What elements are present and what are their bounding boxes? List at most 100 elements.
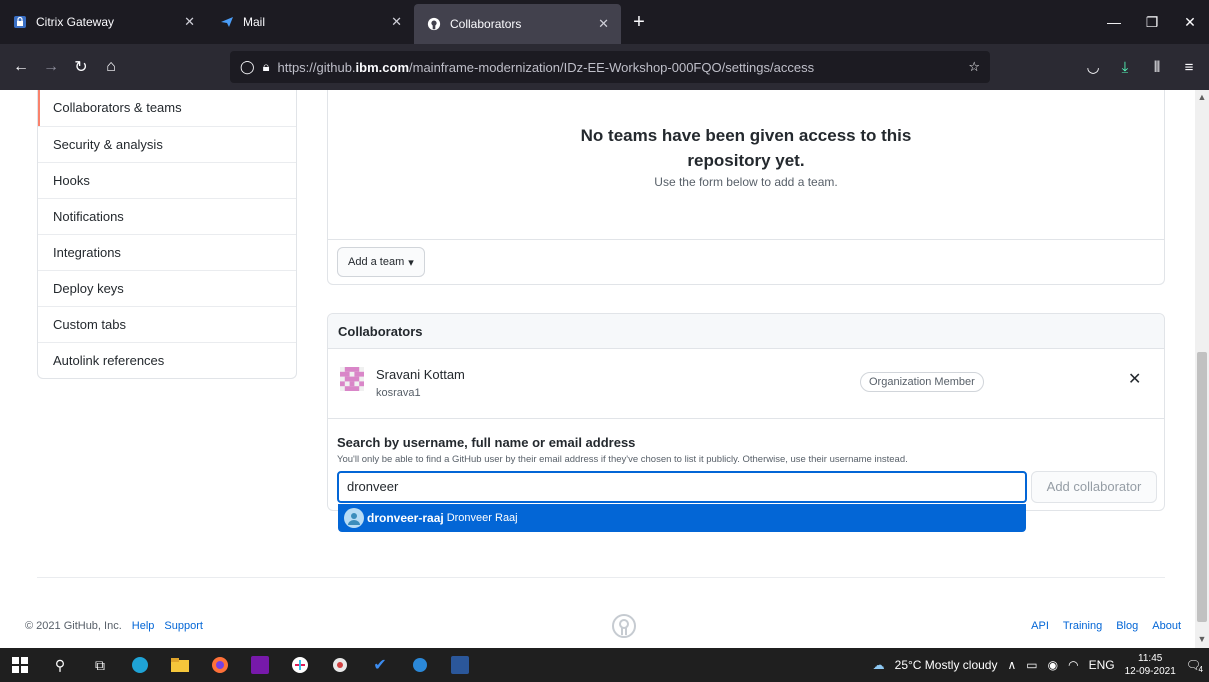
- tab-collaborators[interactable]: Collaborators ✕: [414, 4, 621, 44]
- search-label: Search by username, full name or email a…: [337, 435, 636, 450]
- tab-citrix-gateway[interactable]: Citrix Gateway ✕: [0, 0, 207, 44]
- search-icon[interactable]: ⚲: [40, 648, 80, 682]
- home-icon[interactable]: ⌂: [96, 58, 126, 76]
- pocket-icon[interactable]: ◡: [1077, 58, 1109, 76]
- add-team-button[interactable]: Add a team ▾: [337, 247, 425, 277]
- sidebar-item-autolink-references[interactable]: Autolink references: [38, 342, 296, 378]
- close-icon[interactable]: ✕: [391, 14, 402, 30]
- bookmark-star-icon[interactable]: ☆: [968, 59, 980, 75]
- footer-link-training[interactable]: Training: [1063, 620, 1102, 632]
- collaborator-row: Sravani Kottam kosrava1 Organization Mem…: [328, 349, 1164, 419]
- reload-icon[interactable]: ↻: [66, 57, 96, 77]
- footer-link-about[interactable]: About: [1152, 620, 1181, 632]
- minimize-icon[interactable]: —: [1095, 0, 1133, 44]
- footer: © 2021 GitHub, Inc. Help Support API Tra…: [25, 577, 1181, 638]
- shield-icon[interactable]: ◯: [240, 59, 255, 75]
- tab-title: Citrix Gateway: [36, 15, 115, 29]
- url-text[interactable]: https://github.ibm.com/mainframe-moderni…: [277, 60, 960, 75]
- language-indicator[interactable]: ENG: [1089, 658, 1115, 672]
- footer-link-blog[interactable]: Blog: [1116, 620, 1138, 632]
- chevron-up-icon[interactable]: ∧: [1007, 658, 1016, 672]
- restore-icon[interactable]: ❐: [1133, 0, 1171, 44]
- lock-icon: [12, 14, 28, 30]
- autocomplete-suggestion[interactable]: dronveer-raaj Dronveer Raaj: [338, 504, 1026, 532]
- slack-icon[interactable]: [280, 648, 320, 682]
- firefox-icon[interactable]: [200, 648, 240, 682]
- sidebar-item-security-analysis[interactable]: Security & analysis: [38, 126, 296, 162]
- sync-icon[interactable]: ◉: [1048, 658, 1058, 672]
- add-team-label: Add a team: [348, 256, 405, 268]
- address-bar[interactable]: ◯ 🔒︎ https://github.ibm.com/mainframe-mo…: [230, 51, 990, 83]
- page-scrollbar[interactable]: ▲ ▼: [1195, 90, 1209, 648]
- organization-member-badge: Organization Member: [860, 372, 984, 392]
- close-icon[interactable]: ✕: [598, 16, 609, 32]
- tab-mail[interactable]: Mail ✕: [207, 0, 414, 44]
- sidebar-item-hooks[interactable]: Hooks: [38, 162, 296, 198]
- add-collaborator-form: Search by username, full name or email a…: [328, 419, 1164, 532]
- page-content: Collaborators & teams Security & analysi…: [0, 90, 1195, 648]
- tab-title: Collaborators: [450, 17, 522, 31]
- add-collaborator-button[interactable]: Add collaborator: [1031, 471, 1157, 503]
- browser-tab-bar: Citrix Gateway ✕ Mail ✕ Collaborators ✕ …: [0, 0, 1209, 44]
- browser-nav-bar: ← → ↻ ⌂ ◯ 🔒︎ https://github.ibm.com/main…: [0, 44, 1209, 90]
- sidebar-item-integrations[interactable]: Integrations: [38, 234, 296, 270]
- file-explorer-icon[interactable]: [160, 648, 200, 682]
- sidebar-item-collaborators-teams[interactable]: Collaborators & teams: [38, 90, 296, 126]
- sidebar-item-notifications[interactable]: Notifications: [38, 198, 296, 234]
- sidebar-item-deploy-keys[interactable]: Deploy keys: [38, 270, 296, 306]
- window-controls: — ❐ ✕: [1095, 0, 1209, 44]
- footer-link-api[interactable]: API: [1031, 620, 1049, 632]
- padlock-icon[interactable]: 🔒︎: [263, 59, 270, 75]
- download-icon[interactable]: ⤓: [1109, 58, 1141, 76]
- tab-title: Mail: [243, 15, 266, 29]
- todo-icon[interactable]: ✔: [360, 648, 400, 682]
- windows-start-icon[interactable]: [0, 648, 40, 682]
- search-note: You'll only be able to find a GitHub use…: [337, 454, 908, 465]
- footer-link-help[interactable]: Help: [132, 620, 155, 632]
- collaborator-login: kosrava1: [376, 387, 421, 399]
- word-icon[interactable]: [440, 648, 480, 682]
- network-icon[interactable]: ▭: [1026, 658, 1037, 672]
- menu-icon[interactable]: ≡: [1173, 58, 1205, 76]
- wifi-icon[interactable]: ◠: [1068, 658, 1078, 672]
- copyright: © 2021 GitHub, Inc.: [25, 620, 122, 632]
- collaborator-name[interactable]: Sravani Kottam: [376, 367, 465, 382]
- clock-date: 12-09-2021: [1124, 666, 1176, 677]
- scrollbar-thumb[interactable]: [1197, 352, 1207, 622]
- collaborators-panel: Collaborators Sravani Kottam kosrava1 Or…: [327, 313, 1165, 532]
- clock[interactable]: 11:45 12-09-2021: [1125, 652, 1176, 678]
- sidebar-item-custom-tabs[interactable]: Custom tabs: [38, 306, 296, 342]
- back-icon[interactable]: ←: [6, 58, 36, 76]
- notification-center-icon[interactable]: 🗨︎ 4: [1186, 658, 1203, 674]
- caret-down-icon: ▾: [408, 256, 414, 269]
- teams-empty-state: No teams have been given access to this …: [328, 90, 1164, 240]
- taskbar: ⚲ ⧉ ✔ ☁ 25°C Mostly cloudy ∧ ▭ ◉ ◠ ENG 1…: [0, 648, 1209, 682]
- forward-icon[interactable]: →: [36, 58, 66, 76]
- avatar: [344, 508, 364, 528]
- avatar: [340, 367, 364, 391]
- mail-icon: [219, 14, 235, 30]
- new-tab-button[interactable]: +: [621, 0, 657, 44]
- empty-state-title: No teams have been given access to this …: [580, 126, 912, 170]
- onenote-icon[interactable]: [240, 648, 280, 682]
- remove-collaborator-icon[interactable]: ✕: [1128, 369, 1141, 389]
- suggestion-name: Dronveer Raaj: [446, 512, 518, 524]
- teams-icon[interactable]: [400, 648, 440, 682]
- scroll-down-icon[interactable]: ▼: [1195, 634, 1209, 644]
- clock-time: 11:45: [1138, 653, 1163, 664]
- close-icon[interactable]: ✕: [184, 14, 195, 30]
- collaborators-heading: Collaborators: [328, 314, 1164, 349]
- app-icon[interactable]: [320, 648, 360, 682]
- weather-icon[interactable]: ☁: [873, 658, 885, 672]
- edge-icon[interactable]: [120, 648, 160, 682]
- library-icon[interactable]: ⫴: [1141, 58, 1173, 76]
- task-view-icon[interactable]: ⧉: [80, 648, 120, 682]
- close-window-icon[interactable]: ✕: [1171, 0, 1209, 44]
- suggestion-login: dronveer-raaj: [367, 511, 444, 525]
- teams-panel: No teams have been given access to this …: [327, 90, 1165, 285]
- footer-link-support[interactable]: Support: [164, 620, 203, 632]
- weather-text[interactable]: 25°C Mostly cloudy: [895, 658, 998, 672]
- scroll-up-icon[interactable]: ▲: [1195, 92, 1209, 102]
- github-logo-icon[interactable]: [612, 614, 636, 638]
- collaborator-search-input[interactable]: dronveer: [337, 471, 1027, 503]
